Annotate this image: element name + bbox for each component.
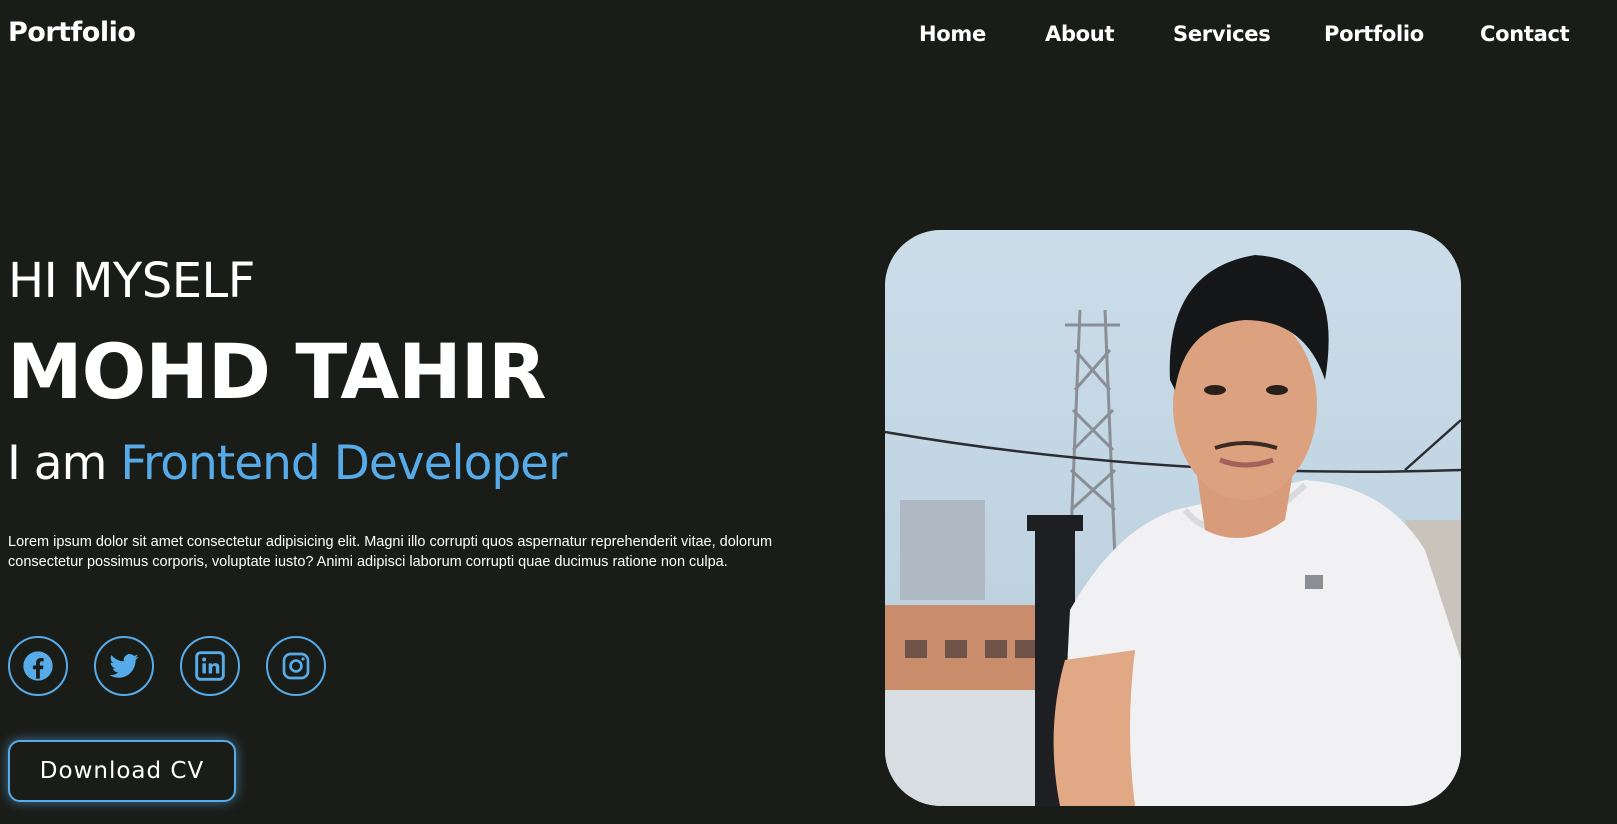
twitter-icon — [109, 653, 139, 678]
role-highlight: Frontend Developer — [120, 436, 567, 491]
main-nav: Home About Services Portfolio Contact — [0, 22, 1617, 52]
name-heading: MOHD TAHIR — [7, 327, 547, 416]
site-header: Portfolio Home About Services Portfolio … — [0, 0, 1617, 75]
nav-home[interactable]: Home — [919, 22, 986, 46]
portrait-image — [885, 230, 1461, 806]
nav-about[interactable]: About — [1045, 22, 1115, 46]
profile-photo — [885, 230, 1461, 806]
nav-portfolio[interactable]: Portfolio — [1324, 22, 1424, 46]
social-links — [8, 636, 348, 696]
instagram-link[interactable] — [266, 636, 326, 696]
greeting-heading: HI MYSELF — [8, 253, 255, 309]
intro-paragraph: Lorem ipsum dolor sit amet consectetur a… — [8, 534, 773, 570]
role-prefix: I am — [7, 436, 107, 491]
facebook-icon — [23, 651, 53, 681]
nav-contact[interactable]: Contact — [1480, 22, 1570, 46]
instagram-icon — [282, 652, 310, 680]
facebook-link[interactable] — [8, 636, 68, 696]
download-cv-button[interactable]: Download CV — [8, 740, 236, 802]
role-heading: I am Frontend Developer — [7, 436, 567, 492]
linkedin-link[interactable] — [180, 636, 240, 696]
linkedin-icon — [195, 651, 225, 681]
twitter-link[interactable] — [94, 636, 154, 696]
nav-services[interactable]: Services — [1173, 22, 1271, 46]
page: Portfolio Home About Services Portfolio … — [0, 0, 1617, 824]
